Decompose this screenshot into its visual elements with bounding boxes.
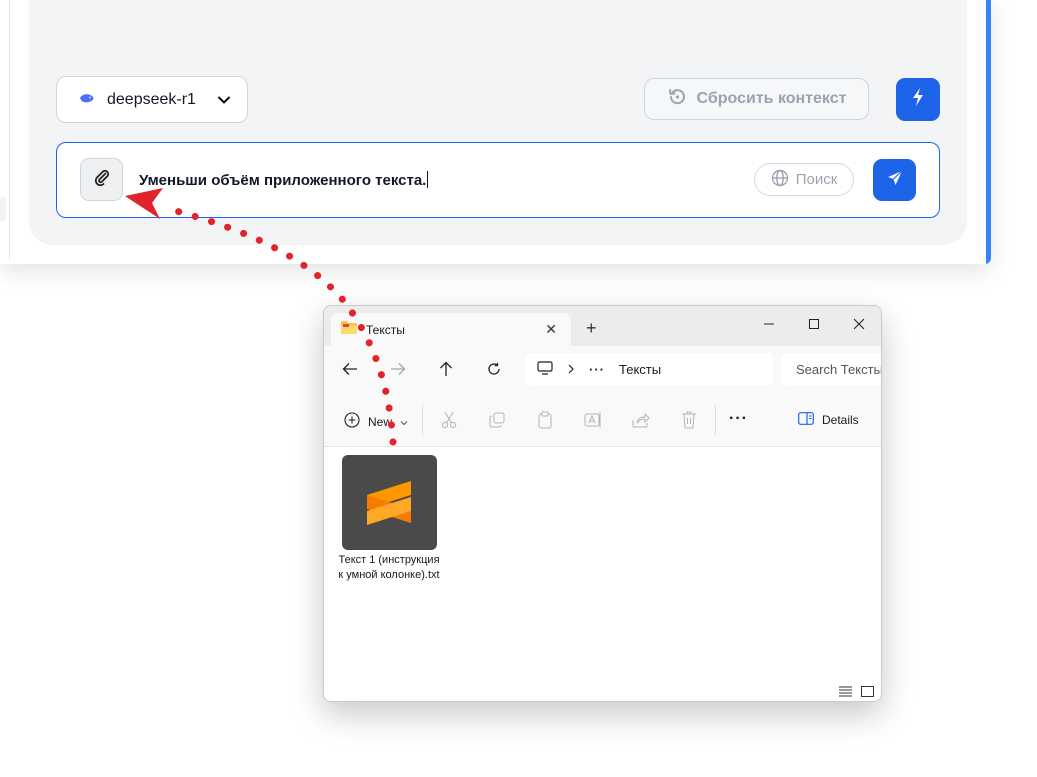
new-label: New (368, 414, 393, 429)
chevron-down-icon (217, 91, 230, 109)
details-pane-button[interactable]: Details (798, 412, 859, 428)
model-selector[interactable]: deepseek-r1 (56, 76, 248, 123)
tab-folder[interactable]: Тексты ✕ (331, 313, 571, 346)
prompt-input-box[interactable]: Уменьши объём приложенного текста. Поиск (56, 142, 940, 218)
details-view-icon[interactable] (839, 684, 852, 701)
tiles-view-icon[interactable] (861, 684, 874, 701)
more-options-icon[interactable]: ··· (729, 410, 748, 428)
explorer-toolbar: New ··· Details (324, 392, 881, 447)
web-search-toggle[interactable]: Поиск (754, 163, 854, 196)
tab-title: Тексты (366, 322, 405, 337)
chevron-right-icon (567, 362, 575, 377)
forward-arrow-icon[interactable] (388, 359, 408, 379)
explorer-navbar: ··· Тексты Search Тексты (324, 346, 881, 392)
sidebar-toggle-tab[interactable] (0, 197, 6, 221)
chat-input-panel: deepseek-r1 Сбросить контекст Уменьши об… (29, 0, 967, 245)
send-button[interactable] (873, 159, 916, 201)
sublime-text-icon (341, 455, 437, 550)
history-reset-icon (667, 87, 687, 112)
chat-app-window: deepseek-r1 Сбросить контекст Уменьши об… (0, 0, 991, 264)
file-explorer-window: Тексты ✕ + ··· Тексты Search Тексты New … (323, 305, 882, 702)
lightning-icon (911, 87, 925, 112)
window-accent-border (986, 0, 991, 264)
reset-context-button[interactable]: Сбросить контекст (644, 78, 869, 120)
text-caret (427, 171, 429, 188)
prompt-text-input[interactable]: Уменьши объём приложенного текста. (139, 171, 429, 189)
model-name: deepseek-r1 (107, 90, 196, 108)
copy-icon[interactable] (487, 410, 507, 430)
toolbar-divider (422, 405, 423, 435)
address-bar[interactable]: ··· Тексты (525, 353, 773, 385)
refresh-icon[interactable] (484, 359, 504, 379)
close-window-icon[interactable] (847, 312, 871, 336)
chevron-down-icon (400, 415, 408, 429)
breadcrumb-current[interactable]: Тексты (619, 362, 661, 377)
globe-icon (771, 169, 789, 191)
file-list-area: Текст 1 (инструкция к умной колонке).txt (324, 447, 881, 701)
cut-icon[interactable] (439, 410, 459, 430)
toolbar-divider (715, 405, 716, 435)
file-name: Текст 1 (инструкция к умной колонке).txt (338, 554, 440, 581)
web-search-label: Поиск (795, 171, 838, 188)
view-mode-switcher (839, 684, 874, 701)
up-arrow-icon[interactable] (436, 359, 456, 379)
maximize-icon[interactable] (802, 312, 826, 336)
file-item[interactable]: Текст 1 (инструкция к умной колонке).txt (338, 455, 440, 583)
new-tab-icon[interactable]: + (586, 318, 597, 339)
delete-icon[interactable] (679, 410, 699, 430)
rename-icon[interactable] (583, 410, 603, 430)
deepseek-whale-icon (79, 91, 95, 109)
reset-context-label: Сбросить контекст (696, 90, 847, 107)
paperclip-icon (93, 168, 111, 191)
back-arrow-icon[interactable] (340, 359, 360, 379)
new-button[interactable]: New (344, 412, 408, 431)
breadcrumb-ellipsis[interactable]: ··· (589, 362, 605, 377)
flash-mode-button[interactable] (896, 78, 940, 121)
explorer-titlebar: Тексты ✕ + (324, 306, 881, 346)
attach-file-button[interactable] (80, 158, 123, 201)
search-input[interactable]: Search Тексты (781, 353, 881, 385)
folder-icon (341, 320, 357, 339)
share-icon[interactable] (631, 410, 651, 430)
minimize-icon[interactable] (757, 312, 781, 336)
computer-icon (537, 360, 553, 378)
send-plane-icon (886, 169, 904, 192)
details-label: Details (822, 413, 859, 427)
plus-circle-icon (344, 412, 360, 431)
paste-icon[interactable] (535, 410, 555, 430)
close-tab-icon[interactable]: ✕ (545, 321, 557, 338)
sidebar-edge (0, 0, 10, 260)
details-pane-icon (798, 412, 814, 428)
